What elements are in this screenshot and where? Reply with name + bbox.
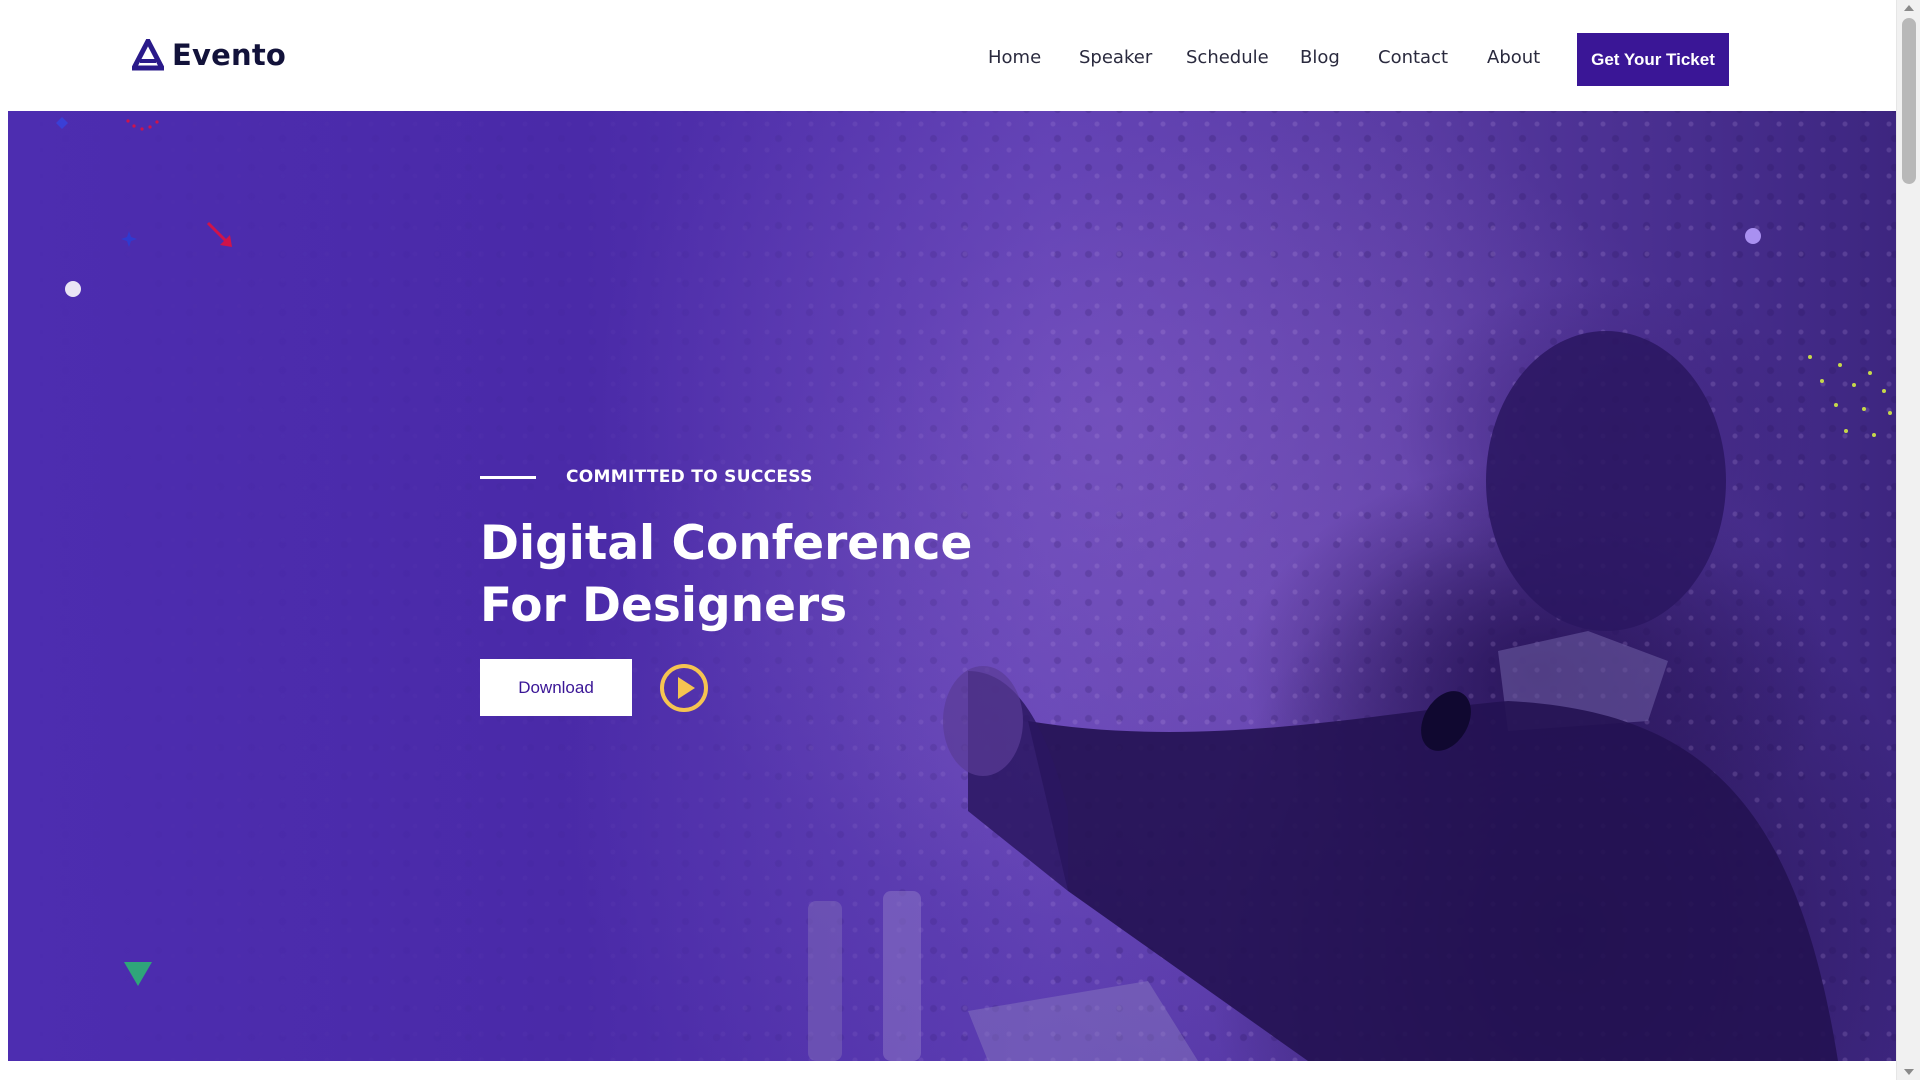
hero-eyebrow: COMMITTED TO SUCCESS — [480, 467, 1040, 487]
hero-eyebrow-text: COMMITTED TO SUCCESS — [566, 467, 813, 487]
nav-item-home[interactable]: Home — [988, 47, 1041, 68]
lavender-dot-shape — [1744, 227, 1762, 250]
hero-section: COMMITTED TO SUCCESS Digital Conference … — [8, 111, 1896, 1061]
scroll-down-arrow-icon[interactable] — [1904, 1069, 1914, 1075]
scrollbar-thumb[interactable] — [1902, 18, 1916, 184]
red-arrow-shape — [204, 219, 238, 258]
brand-name: Evento — [172, 38, 287, 72]
green-triangle-shape — [124, 962, 152, 991]
site-header: Evento Home Speaker Schedule Blog Contac… — [0, 0, 1896, 111]
eyebrow-line — [480, 475, 536, 479]
triangle-a-logo-icon — [132, 39, 164, 71]
scroll-up-arrow-icon[interactable] — [1904, 5, 1914, 11]
dotted-circle-shape — [1800, 351, 1896, 452]
page-scrollbar[interactable] — [1896, 0, 1920, 1080]
blue-diamond-shape — [56, 116, 68, 134]
nav-item-blog[interactable]: Blog — [1300, 47, 1340, 68]
white-dot-shape — [64, 280, 82, 303]
blue-star-shape — [121, 231, 137, 252]
brand-logo[interactable]: Evento — [132, 38, 286, 72]
get-ticket-button[interactable]: Get Your Ticket — [1577, 33, 1729, 86]
red-dotted-arc-shape — [124, 117, 164, 138]
play-circle-icon[interactable] — [659, 663, 709, 713]
hero-title-line-1: Digital Conference — [480, 516, 973, 571]
hero-content: COMMITTED TO SUCCESS Digital Conference … — [480, 467, 1040, 716]
nav-item-contact[interactable]: Contact — [1378, 47, 1448, 68]
nav-item-speaker[interactable]: Speaker — [1079, 47, 1152, 68]
hero-title-line-2: For Designers — [480, 578, 848, 633]
download-button[interactable]: Download — [480, 659, 632, 716]
hero-title: Digital Conference For Designers — [480, 513, 1040, 637]
hero-actions: Download — [480, 659, 1040, 716]
nav-item-about[interactable]: About — [1487, 47, 1540, 68]
nav-item-schedule[interactable]: Schedule — [1186, 47, 1269, 68]
